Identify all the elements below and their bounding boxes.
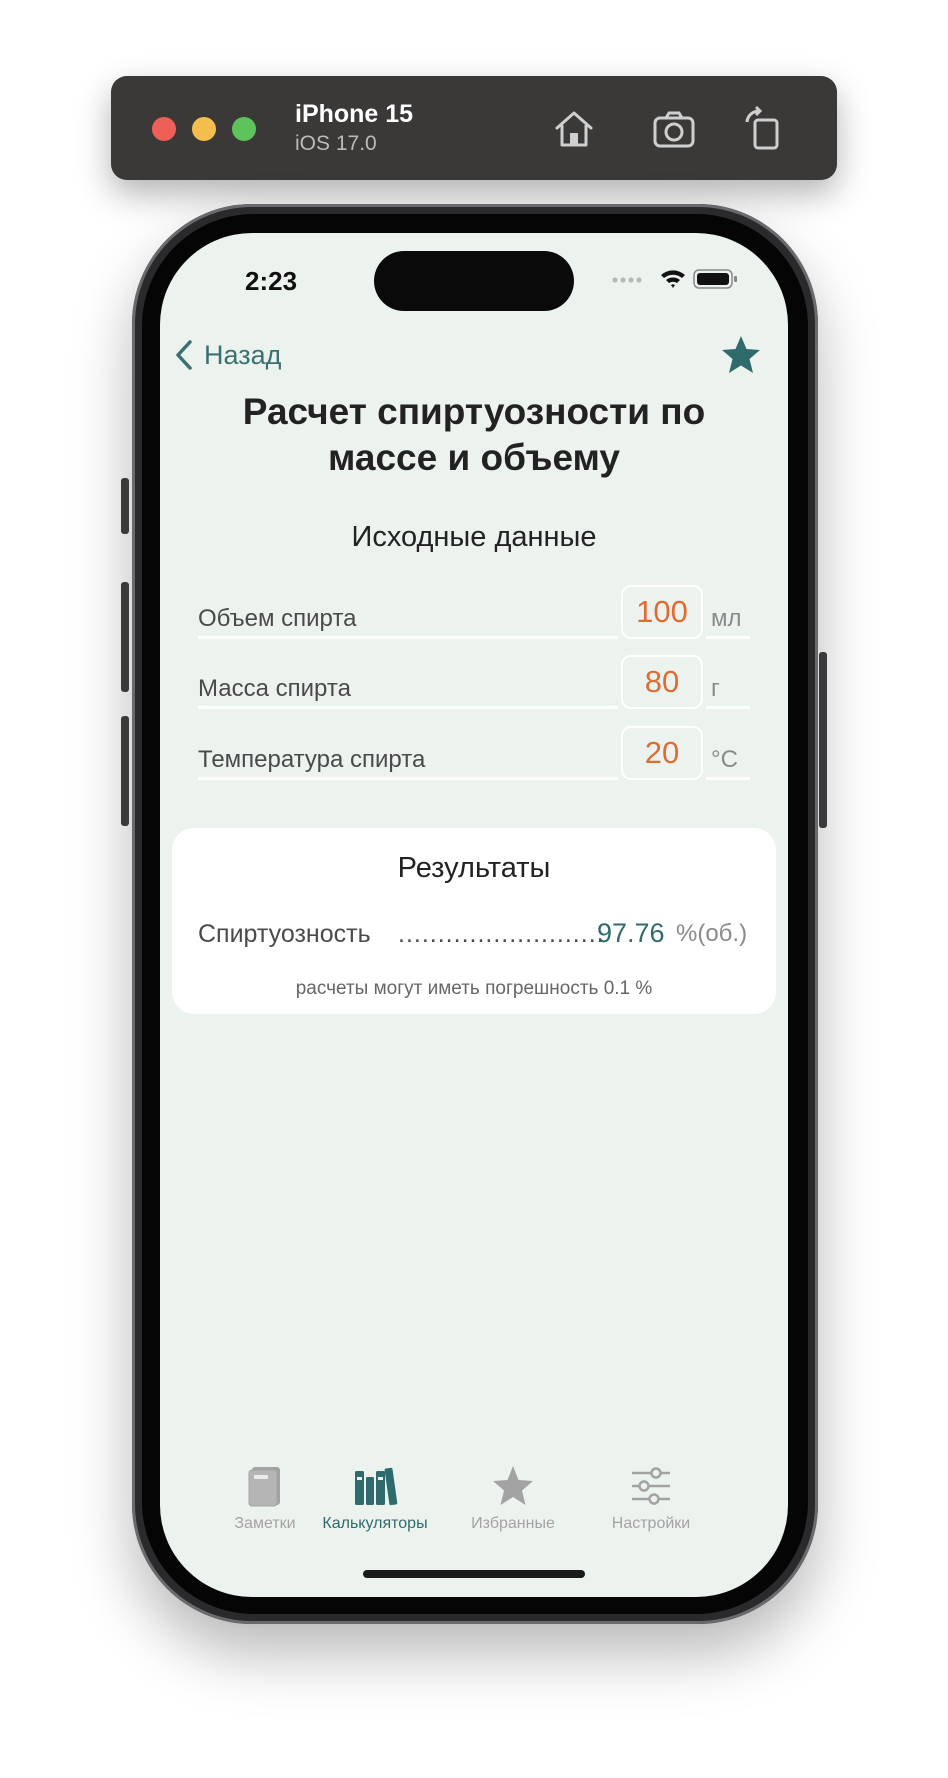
wifi-icon xyxy=(661,270,685,288)
tab-label: Настройки xyxy=(611,1515,691,1532)
input-label: Температура спирта xyxy=(198,746,426,773)
star-icon xyxy=(493,1466,533,1505)
input-label: Масса спирта xyxy=(198,675,351,702)
volume-down-button xyxy=(121,716,129,826)
battery-icon xyxy=(693,269,737,289)
input-underline xyxy=(198,706,618,709)
books-icon xyxy=(355,1467,398,1506)
zoom-window-button[interactable] xyxy=(232,117,256,141)
chevron-left-icon xyxy=(176,340,192,370)
sliders-icon xyxy=(632,1467,670,1505)
tab-settings[interactable]: Настройки xyxy=(581,1463,721,1533)
temperature-input[interactable]: 20 xyxy=(621,726,703,780)
power-button xyxy=(819,652,827,828)
unit-underline xyxy=(706,706,750,709)
accuracy-note: расчеты могут иметь погрешность 0.1 % xyxy=(295,978,653,999)
input-label: Объем спирта xyxy=(198,605,357,632)
signal-icon xyxy=(612,277,642,283)
favorite-star-icon[interactable] xyxy=(719,333,763,377)
tab-calculators[interactable]: Калькуляторы xyxy=(305,1463,445,1533)
input-underline xyxy=(198,777,618,780)
input-unit: °C xyxy=(711,746,738,773)
page-title: Расчет спиртуозности по массе и объему xyxy=(160,389,788,481)
input-unit: мл xyxy=(711,605,742,632)
os-version: iOS 17.0 xyxy=(295,132,377,155)
home-icon[interactable] xyxy=(551,106,597,152)
unit-underline xyxy=(706,636,750,639)
close-window-button[interactable] xyxy=(152,117,176,141)
input-underline xyxy=(198,636,618,639)
tab-label: Избранные xyxy=(471,1515,555,1532)
back-button[interactable]: Назад xyxy=(174,335,281,375)
result-leader-dots: .......................... xyxy=(398,920,605,948)
tab-label: Калькуляторы xyxy=(322,1515,428,1532)
results-card: Результаты Спиртуозность ...............… xyxy=(172,828,776,1014)
status-icons xyxy=(612,269,737,289)
phone-screen: 2:23 Назад Расчет спиртуозности по массе… xyxy=(160,233,788,1597)
volume-input[interactable]: 100 xyxy=(621,585,703,639)
inputs-heading: Исходные данные xyxy=(351,521,597,553)
input-row-mass: Масса спирта 80 г xyxy=(198,653,750,709)
page-title-line-1: Расчет спиртуозности по xyxy=(242,391,706,432)
device-name: iPhone 15 xyxy=(295,100,414,128)
action-button xyxy=(121,478,129,534)
result-value: 97.76 xyxy=(597,918,665,948)
rotate-icon[interactable] xyxy=(741,106,787,152)
input-unit: г xyxy=(711,675,720,702)
screenshot-icon[interactable] xyxy=(651,106,697,152)
mass-input[interactable]: 80 xyxy=(621,655,703,709)
result-unit: %(об.) xyxy=(676,920,748,947)
minimize-window-button[interactable] xyxy=(192,117,216,141)
page-title-line-2: массе и объему xyxy=(328,437,620,478)
dynamic-island xyxy=(374,251,574,311)
volume-up-button xyxy=(121,582,129,692)
input-row-temperature: Температура спирта 20 °C xyxy=(198,724,750,780)
status-time: 2:23 xyxy=(245,266,298,296)
simulator-toolbar: iPhone 15 iOS 17.0 xyxy=(111,76,837,180)
results-heading: Результаты xyxy=(397,852,551,884)
tab-favorites[interactable]: Избранные xyxy=(443,1463,583,1533)
home-indicator[interactable] xyxy=(363,1570,585,1578)
notebook-icon xyxy=(248,1467,280,1507)
back-label: Назад xyxy=(204,339,282,370)
result-label: Спиртуозность xyxy=(198,920,371,948)
unit-underline xyxy=(706,777,750,780)
input-row-volume: Объем спирта 100 мл xyxy=(198,583,750,639)
